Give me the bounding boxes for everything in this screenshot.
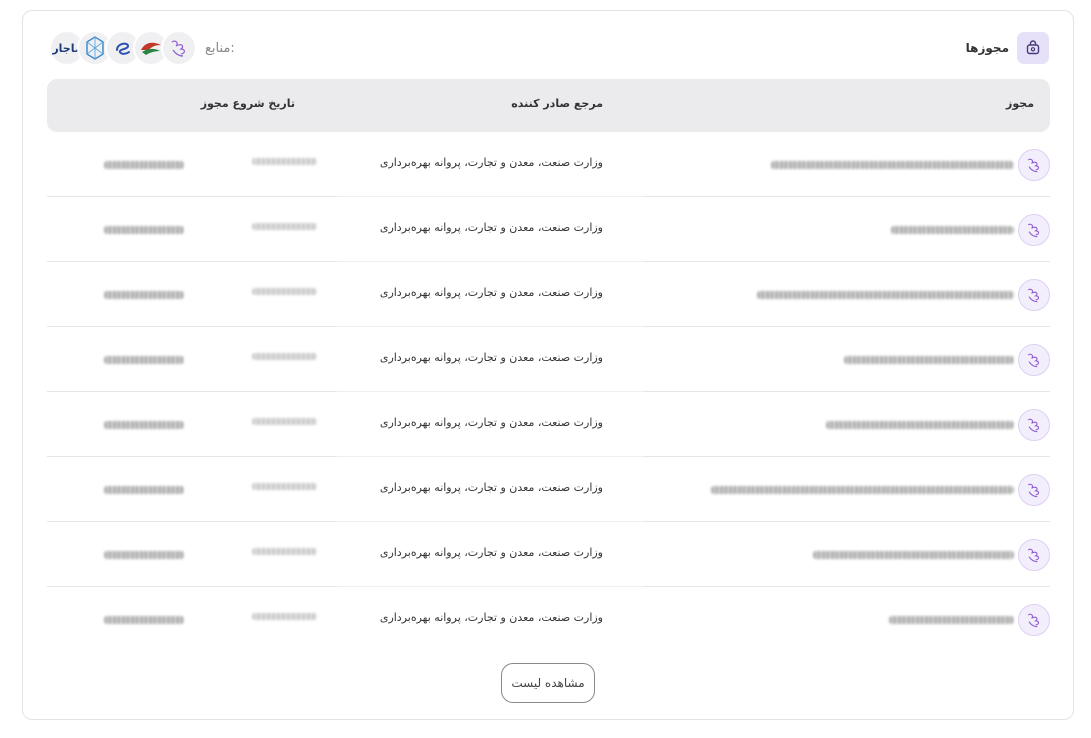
card-title: مجوزها xyxy=(965,41,1009,55)
extra-value-redacted xyxy=(104,421,184,429)
license-name-cell[interactable] xyxy=(711,457,1050,522)
table-row[interactable]: وزارت صنعت، معدن و تجارت، پروانه بهره‌بر… xyxy=(47,587,1050,652)
issuer-text: وزارت صنعت، معدن و تجارت، پروانه بهره‌بر… xyxy=(379,416,603,429)
issuer-text: وزارت صنعت، معدن و تجارت، پروانه بهره‌بر… xyxy=(379,156,603,169)
table-row[interactable]: وزارت صنعت، معدن و تجارت، پروانه بهره‌بر… xyxy=(47,392,1050,457)
license-name-redacted xyxy=(844,355,1014,364)
ministry-logo-icon xyxy=(1018,473,1050,506)
licenses-card: مجوزها ماجار منابع: مجوز مرجع صادر کننده… xyxy=(22,10,1074,720)
issuer-text: وزارت صنعت، معدن و تجارت، پروانه بهره‌بر… xyxy=(379,481,603,494)
issuer-text: وزارت صنعت، معدن و تجارت، پروانه بهره‌بر… xyxy=(379,546,603,559)
extra-value-redacted xyxy=(104,161,184,169)
ministry-logo-icon xyxy=(1018,213,1050,246)
license-name-redacted xyxy=(889,615,1014,624)
license-bag-icon xyxy=(1017,32,1049,64)
extra-value-redacted xyxy=(104,226,184,234)
license-name-redacted xyxy=(826,420,1014,429)
license-name-cell[interactable] xyxy=(813,522,1050,587)
table-row[interactable]: وزارت صنعت، معدن و تجارت، پروانه بهره‌بر… xyxy=(47,197,1050,262)
ministry-logo-icon xyxy=(1018,538,1050,571)
column-license: مجوز xyxy=(1006,97,1034,110)
license-name-cell[interactable] xyxy=(757,262,1050,327)
view-list-button[interactable]: مشاهده لیست xyxy=(501,663,595,703)
issuer-text: وزارت صنعت، معدن و تجارت، پروانه بهره‌بر… xyxy=(379,611,603,624)
ministry-logo-icon xyxy=(1018,603,1050,636)
table-row[interactable]: وزارت صنعت، معدن و تجارت، پروانه بهره‌بر… xyxy=(47,132,1050,197)
license-name-redacted xyxy=(771,160,1014,169)
sources-label: منابع: xyxy=(205,40,235,56)
column-issuer: مرجع صادر کننده xyxy=(511,97,603,110)
license-name-redacted xyxy=(813,550,1014,559)
ministry-logo-icon xyxy=(1018,278,1050,311)
start-date-redacted xyxy=(252,158,317,165)
ministry-logo-icon xyxy=(1018,408,1050,441)
extra-value-redacted xyxy=(104,291,184,299)
table-row[interactable]: وزارت صنعت، معدن و تجارت، پروانه بهره‌بر… xyxy=(47,522,1050,587)
table-row[interactable]: وزارت صنعت، معدن و تجارت، پروانه بهره‌بر… xyxy=(47,457,1050,522)
start-date-redacted xyxy=(252,288,317,295)
license-name-cell[interactable] xyxy=(891,197,1050,262)
table-row[interactable]: وزارت صنعت، معدن و تجارت، پروانه بهره‌بر… xyxy=(47,327,1050,392)
source-ministry-logo[interactable] xyxy=(161,30,197,66)
start-date-redacted xyxy=(252,548,317,555)
license-name-cell[interactable] xyxy=(844,327,1050,392)
card-header: مجوزها xyxy=(965,32,1049,64)
license-name-cell[interactable] xyxy=(826,392,1050,457)
extra-value-redacted xyxy=(104,616,184,624)
start-date-redacted xyxy=(252,483,317,490)
issuer-text: وزارت صنعت، معدن و تجارت، پروانه بهره‌بر… xyxy=(379,286,603,299)
sources-list: ماجار منابع: xyxy=(49,29,235,67)
extra-value-redacted xyxy=(104,356,184,364)
license-name-cell[interactable] xyxy=(771,132,1050,197)
issuer-text: وزارت صنعت، معدن و تجارت، پروانه بهره‌بر… xyxy=(379,351,603,364)
extra-value-redacted xyxy=(104,551,184,559)
table-header: مجوز مرجع صادر کننده تاریخ شروع مجوز xyxy=(47,79,1050,132)
license-name-cell[interactable] xyxy=(889,587,1050,652)
extra-value-redacted xyxy=(104,486,184,494)
start-date-redacted xyxy=(252,353,317,360)
ministry-logo-icon xyxy=(1018,343,1050,376)
start-date-redacted xyxy=(252,223,317,230)
ministry-logo-icon xyxy=(1018,148,1050,181)
table-row[interactable]: وزارت صنعت، معدن و تجارت، پروانه بهره‌بر… xyxy=(47,262,1050,327)
license-name-redacted xyxy=(891,225,1014,234)
issuer-text: وزارت صنعت، معدن و تجارت، پروانه بهره‌بر… xyxy=(379,221,603,234)
license-name-redacted xyxy=(711,485,1014,494)
column-start-date: تاریخ شروع مجوز xyxy=(200,97,295,110)
start-date-redacted xyxy=(252,418,317,425)
start-date-redacted xyxy=(252,613,317,620)
license-name-redacted xyxy=(757,290,1014,299)
